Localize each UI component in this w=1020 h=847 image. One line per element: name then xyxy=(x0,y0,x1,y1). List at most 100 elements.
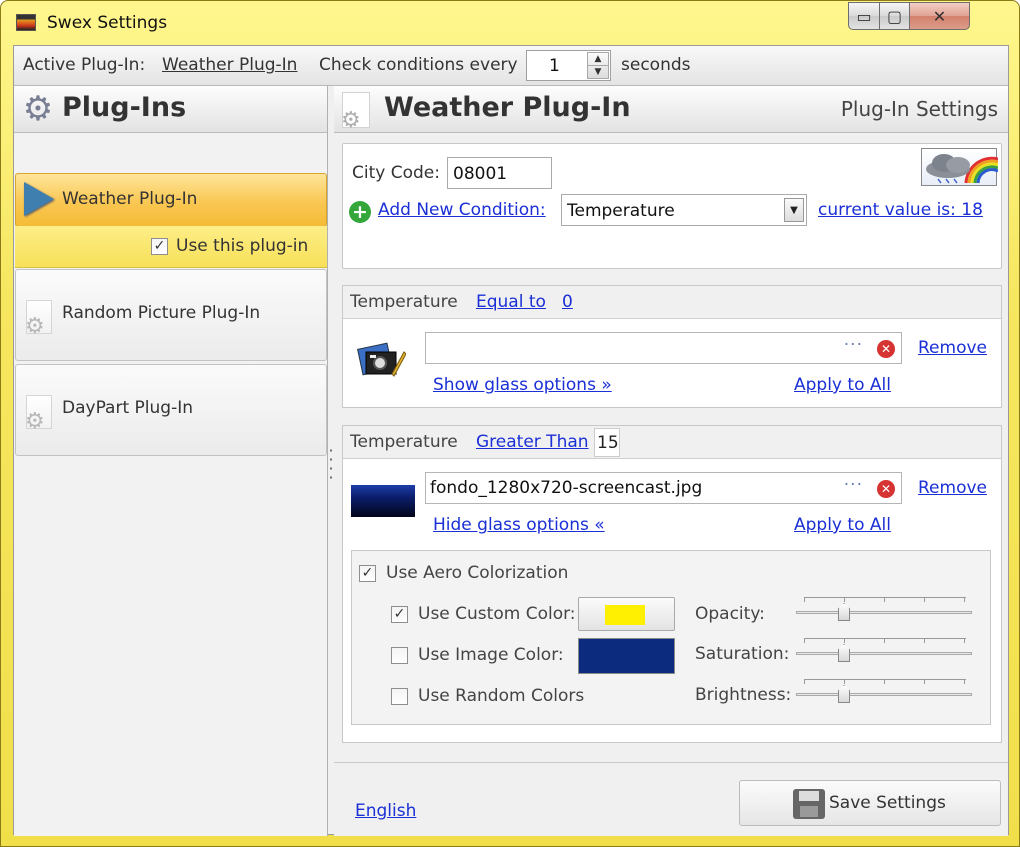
use-plugin-checkbox[interactable]: ✓ Use this plug-in xyxy=(151,236,308,256)
slider-track xyxy=(796,611,972,614)
aero-colorization-group: ✓ Use Aero Colorization ✓ Use Custom Color… xyxy=(351,550,991,725)
interval-value[interactable]: 1 xyxy=(549,56,560,76)
rule-header: Temperature Equal to 0 xyxy=(343,286,1001,319)
sidebar-item-label: Weather Plug-In xyxy=(62,189,198,209)
slider-ticks xyxy=(804,679,966,684)
condition-rule: Temperature Equal to 0 ··· ✕ Remove Show… xyxy=(342,285,1002,408)
checkbox-unchecked-icon[interactable] xyxy=(391,687,408,705)
top-toolbar: Active Plug-In: Weather Plug-In Check co… xyxy=(14,46,1008,86)
use-custom-color-label: Use Custom Color: xyxy=(418,604,576,624)
image-file-input[interactable]: fondo_1280x720-screencast.jpg ··· ✕ xyxy=(425,472,902,504)
save-settings-button[interactable]: Save Settings xyxy=(739,780,1001,826)
checkbox-checked-icon[interactable]: ✓ xyxy=(151,237,168,255)
slider-thumb[interactable] xyxy=(838,644,850,662)
spin-down-icon[interactable]: ▼ xyxy=(588,66,608,79)
custom-color-button[interactable] xyxy=(578,597,675,631)
checkbox-checked-icon[interactable]: ✓ xyxy=(391,605,408,623)
rule-field: Temperature xyxy=(350,432,458,452)
weather-plugin-options: ✓ Use this plug-in xyxy=(15,226,327,268)
clear-icon[interactable]: ✕ xyxy=(877,480,895,498)
save-icon xyxy=(793,789,825,819)
active-plugin-link[interactable]: Weather Plug-In xyxy=(162,55,297,75)
plugin-settings-label: Plug-In Settings xyxy=(840,97,998,121)
condition-select-value: Temperature xyxy=(567,201,675,221)
rule-value-link[interactable]: 0 xyxy=(562,292,573,312)
maximize-icon: ▢ xyxy=(886,6,903,26)
spinner-buttons: ▲ ▼ xyxy=(587,52,609,79)
add-icon[interactable]: + xyxy=(349,201,371,223)
use-aero-checkbox[interactable]: ✓ Use Aero Colorization xyxy=(359,563,568,583)
plugin-title: Weather Plug-In xyxy=(384,92,631,123)
language-link[interactable]: English xyxy=(355,801,416,821)
plugins-header: ⚙ Plug-Ins xyxy=(14,86,327,133)
maximize-button[interactable]: ▢ xyxy=(880,2,910,30)
glass-options-toggle[interactable]: Hide glass options « xyxy=(433,515,605,535)
seconds-label: seconds xyxy=(621,55,691,75)
rule-value: 15 xyxy=(597,433,619,453)
image-color-swatch[interactable] xyxy=(578,638,675,674)
sidebar-item-daypart[interactable]: ⚙ DayPart Plug-In xyxy=(15,364,327,456)
checkbox-checked-icon[interactable]: ✓ xyxy=(359,564,376,582)
current-value-link[interactable]: current value is: 18 xyxy=(818,200,983,220)
minimize-button[interactable]: ▭ xyxy=(848,2,880,30)
active-plugin-label: Active Plug-In: xyxy=(23,55,146,75)
browse-dots-icon[interactable]: ··· xyxy=(844,475,863,495)
chevron-down-icon[interactable]: ▼ xyxy=(784,198,804,222)
slider-thumb[interactable] xyxy=(838,603,850,621)
window-title: Swex Settings xyxy=(47,13,168,33)
use-random-colors-checkbox[interactable]: Use Random Colors xyxy=(391,686,584,706)
clear-icon[interactable]: ✕ xyxy=(877,340,895,358)
glass-options-toggle[interactable]: Show glass options » xyxy=(433,375,612,395)
opacity-slider[interactable] xyxy=(796,597,972,625)
browse-dots-icon[interactable]: ··· xyxy=(844,335,863,355)
image-file-name: fondo_1280x720-screencast.jpg xyxy=(430,478,703,498)
use-image-color-checkbox[interactable]: Use Image Color: xyxy=(391,645,564,665)
remove-rule-link[interactable]: Remove xyxy=(918,478,987,498)
client-area: Active Plug-In: Weather Plug-In Check co… xyxy=(13,45,1009,836)
city-code-value: 08001 xyxy=(453,164,508,184)
swex-settings-window: Swex Settings ▭ ▢ ✕ Active Plug-In: Weat… xyxy=(0,0,1020,847)
rule-operator-link[interactable]: Greater Than xyxy=(476,432,589,452)
custom-color-swatch xyxy=(605,605,645,625)
image-file-input[interactable]: ··· ✕ xyxy=(425,332,902,364)
check-conditions-label: Check conditions every xyxy=(319,55,518,75)
plugin-settings-panel: ⚙ Weather Plug-In Plug-In Settings City … xyxy=(334,86,1008,836)
rule-operator-link[interactable]: Equal to xyxy=(476,292,546,312)
spin-up-icon[interactable]: ▲ xyxy=(588,53,608,66)
city-code-label: City Code: xyxy=(352,163,440,183)
remove-rule-link[interactable]: Remove xyxy=(918,338,987,358)
condition-panel: City Code: 08001 + Add New Condition: Te… xyxy=(342,143,1002,269)
condition-select[interactable]: Temperature ▼ xyxy=(561,194,807,226)
close-icon: ✕ xyxy=(932,6,947,26)
city-code-input[interactable]: 08001 xyxy=(447,157,552,189)
rule-header: Temperature Greater Than 15 xyxy=(343,426,1001,459)
minimize-icon: ▭ xyxy=(856,6,872,26)
settings-header: ⚙ Weather Plug-In Plug-In Settings xyxy=(334,86,1008,133)
sidebar-item-label: Random Picture Plug-In xyxy=(62,303,261,323)
saturation-slider[interactable] xyxy=(796,638,972,666)
app-icon xyxy=(16,14,36,31)
condition-rule: Temperature Greater Than 15 fondo_1280x7… xyxy=(342,425,1002,743)
rule-value-input[interactable]: 15 xyxy=(594,428,620,457)
brightness-label: Brightness: xyxy=(695,685,792,705)
sidebar-item-random-picture[interactable]: ⚙ Random Picture Plug-In xyxy=(15,269,327,361)
slider-thumb[interactable] xyxy=(838,685,850,703)
use-custom-color-checkbox[interactable]: ✓ Use Custom Color: xyxy=(391,604,576,624)
slider-ticks xyxy=(804,597,966,602)
brightness-slider[interactable] xyxy=(796,679,972,707)
apply-to-all-link[interactable]: Apply to All xyxy=(794,515,891,535)
slider-track xyxy=(796,693,972,696)
interval-spinner[interactable]: 1 ▲ ▼ xyxy=(526,50,611,81)
sidebar-item-weather[interactable]: Weather Plug-In xyxy=(15,173,327,227)
document-gear-icon: ⚙ xyxy=(25,395,52,434)
close-button[interactable]: ✕ xyxy=(910,2,970,30)
slider-track xyxy=(796,652,972,655)
checkbox-unchecked-icon[interactable] xyxy=(391,646,408,664)
weather-cloud-rainbow-icon xyxy=(921,148,999,186)
use-aero-label: Use Aero Colorization xyxy=(386,563,569,583)
title-bar[interactable]: Swex Settings ▭ ▢ ✕ xyxy=(1,1,1019,45)
footer-divider xyxy=(334,762,1008,763)
apply-to-all-link[interactable]: Apply to All xyxy=(794,375,891,395)
add-new-condition-link[interactable]: Add New Condition: xyxy=(378,200,546,220)
save-settings-label: Save Settings xyxy=(829,793,946,813)
